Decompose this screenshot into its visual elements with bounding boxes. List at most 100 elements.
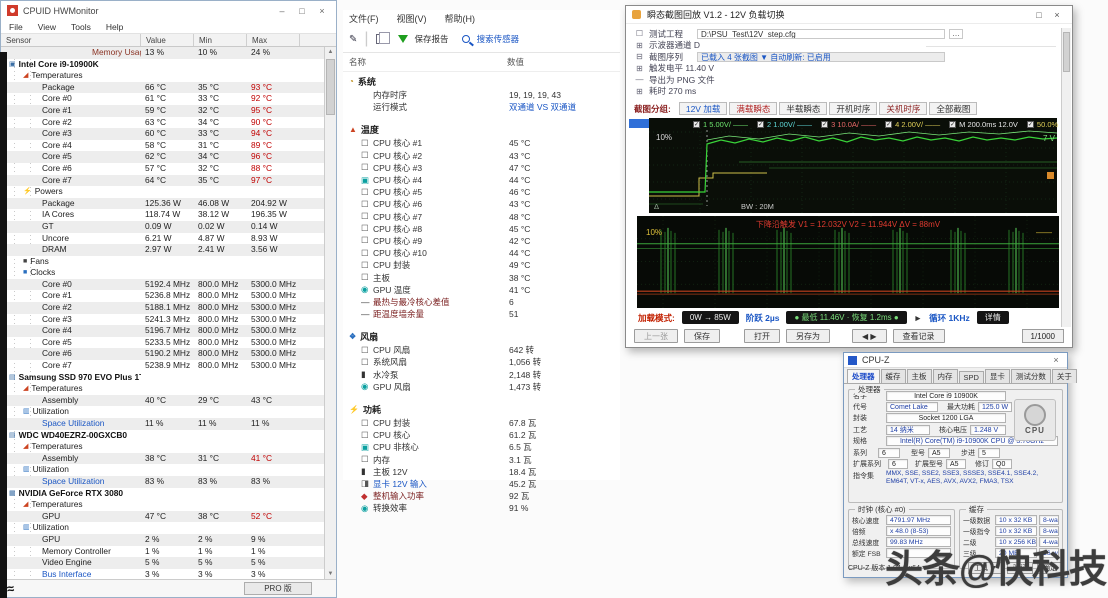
- menu-item[interactable]: 帮助(H): [445, 12, 476, 25]
- checkbox-icon[interactable]: ☐: [361, 235, 373, 246]
- sensor-row[interactable]: Core #5 62 °C 34 °C 96 °C: [1, 151, 324, 163]
- sensor-row[interactable]: ☐ CPU 核心 #2 43 °C: [343, 150, 620, 162]
- menu-item[interactable]: 视图(V): [397, 12, 427, 25]
- sensor-row[interactable]: Video Engine 5 % 5 % 5 %: [1, 557, 324, 569]
- sensor-row[interactable]: ☐ 主板 38 °C: [343, 271, 620, 283]
- checkbox-icon[interactable]: ☐: [361, 430, 373, 441]
- checkbox-icon[interactable]: ▮: [361, 466, 373, 477]
- checkbox-icon[interactable]: ☐: [361, 345, 373, 356]
- sensor-row[interactable]: ▤ Samsung SSD 970 EVO Plus 1TB: [1, 372, 324, 384]
- scope-channel[interactable]: ✓ M 200.0ms 12.0V: [949, 120, 1018, 129]
- scope-button[interactable]: 上一张: [634, 329, 678, 343]
- channel-checkbox-icon[interactable]: ✓: [693, 121, 700, 128]
- sensor-row[interactable]: ■ Clocks: [1, 267, 324, 279]
- config-field[interactable]: D:\PSU_Test\12V_step.cfg: [697, 29, 945, 39]
- sensor-row[interactable]: Space Utilization 83 % 83 % 83 %: [1, 476, 324, 488]
- edit-icon[interactable]: ✎: [349, 34, 357, 45]
- config-field[interactable]: 已载入 4 张截图 ▼ 自动刷新: 已启用: [697, 52, 945, 62]
- sensor-row[interactable]: ▥ Utilization: [1, 522, 324, 534]
- checkbox-icon[interactable]: ◉: [361, 381, 373, 392]
- sensor-row[interactable]: ☐ CPU 封装 67.8 瓦: [343, 417, 620, 429]
- column-sensor[interactable]: Sensor: [1, 34, 141, 46]
- sensor-row[interactable]: Core #6 5190.2 MHz 800.0 MHz 5300.0 MHz: [1, 348, 324, 360]
- sensor-row[interactable]: ☐ CPU 核心 #3 47 °C: [343, 162, 620, 174]
- sensor-row[interactable]: ◆ 整机输入功率 92 瓦: [343, 490, 620, 502]
- save-report-label[interactable]: 保存报告: [415, 33, 449, 45]
- scope-button[interactable]: 打开: [744, 329, 780, 343]
- sensor-row[interactable]: Core #0 5192.4 MHz 800.0 MHz 5300.0 MHz: [1, 279, 324, 291]
- scope-channel[interactable]: ✓ 1 5.00V/ ——: [693, 120, 748, 129]
- scope-channel[interactable]: ✓ 2 1.00V/ ——: [757, 120, 812, 129]
- sensor-row[interactable]: ☐ CPU 核心 #9 42 °C: [343, 235, 620, 247]
- sensor-row[interactable]: Core #5 5233.5 MHz 800.0 MHz 5300.0 MHz: [1, 337, 324, 349]
- sensor-row[interactable]: ▥ Utilization: [1, 464, 324, 476]
- config-row[interactable]: ⊞ 耗时 270 ms …: [634, 86, 1064, 98]
- sensor-row[interactable]: Core #1 59 °C 32 °C 95 °C: [1, 105, 324, 117]
- search-icon[interactable]: [462, 35, 470, 43]
- checkbox-icon[interactable]: ◉: [361, 503, 373, 514]
- checkbox-icon[interactable]: ▮: [361, 369, 373, 380]
- sensor-row[interactable]: ▥ Utilization: [1, 406, 324, 418]
- checkbox-icon[interactable]: ☐: [361, 223, 373, 234]
- config-row[interactable]: ☐ 测试工程 D:\PSU_Test\12V_step.cfg …: [634, 28, 1064, 40]
- sensor-row[interactable]: ☐ CPU 核心 #6 43 °C: [343, 198, 620, 210]
- sensor-row[interactable]: Core #2 63 °C 34 °C 90 °C: [1, 117, 324, 129]
- scope-button[interactable]: 另存为: [786, 329, 830, 343]
- scope-button[interactable]: 保存: [684, 329, 720, 343]
- sensor-row[interactable]: ◨ 显卡 12V 输入 45.2 瓦: [343, 478, 620, 490]
- sensor-row[interactable]: ▮ 水冷泵 2,148 转: [343, 369, 620, 381]
- sensor-row[interactable]: Memory Usage 13 % 10 % 24 %: [1, 47, 324, 59]
- checkbox-icon[interactable]: ▣: [361, 175, 373, 186]
- page-indicator-button[interactable]: 1/1000: [1022, 329, 1064, 343]
- sensor-row[interactable]: Core #0 61 °C 33 °C 92 °C: [1, 93, 324, 105]
- checkbox-icon[interactable]: ☐: [361, 454, 373, 465]
- expander-icon[interactable]: —: [634, 75, 645, 84]
- sensor-row[interactable]: Core #7 64 °C 35 °C 97 °C: [1, 175, 324, 187]
- minimize-icon[interactable]: –: [272, 6, 292, 16]
- hwmonitor-titlebar[interactable]: CPUID HWMonitor – □ ×: [1, 1, 336, 20]
- sensor-row[interactable]: ◢ Temperatures: [1, 70, 324, 82]
- scrollbar-vertical[interactable]: [1061, 28, 1071, 327]
- checkbox-icon[interactable]: ☐: [361, 150, 373, 161]
- menu-item[interactable]: 文件(F): [349, 12, 379, 25]
- sensor-row[interactable]: Core #4 58 °C 31 °C 89 °C: [1, 140, 324, 152]
- cpuz-tab[interactable]: 内存: [933, 369, 958, 383]
- checkbox-icon[interactable]: ▣: [361, 442, 373, 453]
- sensor-row[interactable]: ☐ CPU 核心 #7 48 °C: [343, 211, 620, 223]
- cpuz-tab[interactable]: 缓存: [881, 369, 906, 383]
- cpuz-titlebar[interactable]: CPU-Z ×: [844, 353, 1067, 368]
- checkbox-icon[interactable]: ◉: [361, 284, 373, 295]
- expander-icon[interactable]: ⊞: [634, 87, 645, 96]
- sensor-row[interactable]: GPU 47 °C 38 °C 52 °C: [1, 511, 324, 523]
- checkbox-icon[interactable]: ☐: [361, 272, 373, 283]
- sensor-row[interactable]: Assembly 38 °C 31 °C 41 °C: [1, 453, 324, 465]
- checkbox-icon[interactable]: ☐: [361, 357, 373, 368]
- checkbox-icon[interactable]: —: [361, 297, 373, 307]
- sensor-row[interactable]: — 距温度墙余量 51: [343, 308, 620, 320]
- sensor-row[interactable]: Core #3 5241.3 MHz 800.0 MHz 5300.0 MHz: [1, 314, 324, 326]
- sensor-row[interactable]: ▣ CPU 非核心 6.5 瓦: [343, 441, 620, 453]
- checkbox-icon[interactable]: ☐: [361, 187, 373, 198]
- sensor-row[interactable]: ◉ GPU 风扇 1,473 转: [343, 381, 620, 393]
- expander-icon[interactable]: ⊟: [634, 52, 645, 61]
- sensor-row[interactable]: — 最热与最冷核心差值 6: [343, 296, 620, 308]
- channel-checkbox-icon[interactable]: ✓: [949, 121, 956, 128]
- scope-channel[interactable]: ✓ 3 10.0A/ ——: [821, 120, 876, 129]
- maximize-icon[interactable]: □: [292, 6, 312, 16]
- sensor-row[interactable]: Core #4 5196.7 MHz 800.0 MHz 5300.0 MHz: [1, 325, 324, 337]
- sensor-row[interactable]: Core #6 57 °C 32 °C 88 °C: [1, 163, 324, 175]
- sensor-row[interactable]: Core #1 5236.8 MHz 800.0 MHz 5300.0 MHz: [1, 290, 324, 302]
- sensor-row[interactable]: ☐ 系统风扇 1,056 转: [343, 356, 620, 368]
- sensor-row[interactable]: ◉ 转换效率 91 %: [343, 502, 620, 514]
- checkbox-icon[interactable]: ☐: [361, 260, 373, 271]
- menu-item[interactable]: File: [9, 22, 23, 32]
- sensor-row[interactable]: ☐ CPU 核心 61.2 瓦: [343, 429, 620, 441]
- pro-version-button[interactable]: PRO 版: [244, 582, 312, 595]
- scope-tab[interactable]: 满载瞬态: [729, 102, 777, 115]
- checkbox-icon[interactable]: ◨: [361, 478, 373, 489]
- sensor-row[interactable]: ⚡ Powers: [1, 186, 324, 198]
- checkbox-icon[interactable]: ◆: [361, 491, 373, 502]
- cpuz-tab[interactable]: SPD: [959, 371, 984, 383]
- scope-tab[interactable]: 开机时序: [829, 102, 877, 115]
- cpuz-tab[interactable]: 主板: [907, 369, 932, 383]
